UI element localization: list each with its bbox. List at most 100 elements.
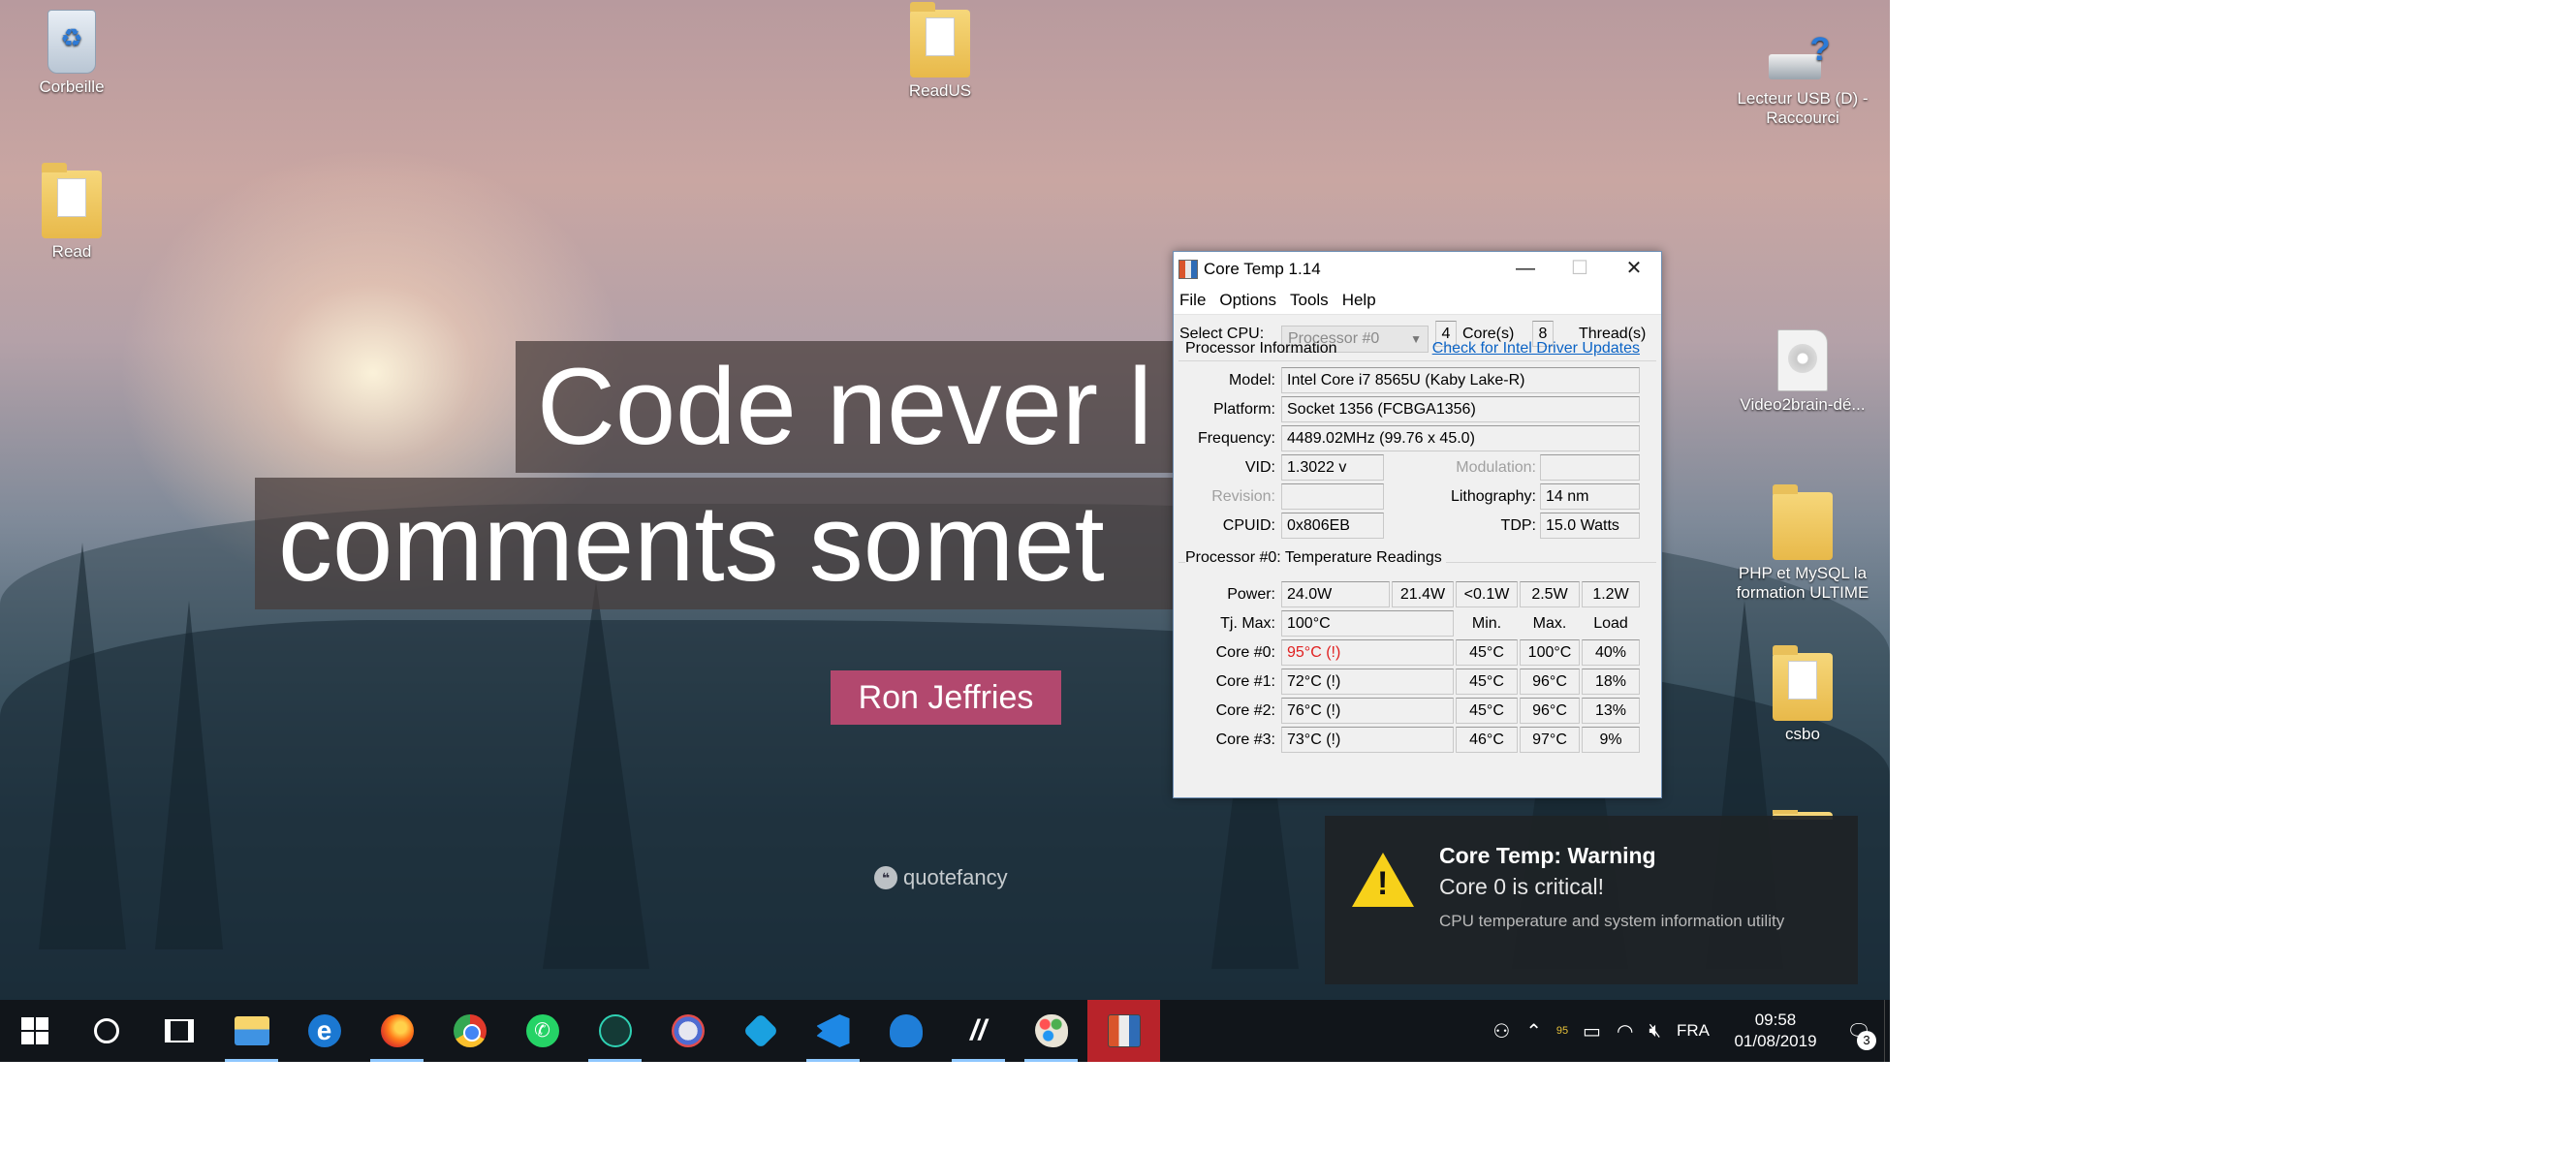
window-titlebar[interactable]: Core Temp 1.14 — ☐ ✕ [1174, 252, 1661, 286]
vid-row: VID: 1.3022 v Modulation: [1174, 454, 1661, 482]
task-view-icon [164, 1019, 194, 1042]
core-row: Core #0: 95°C (!) 45°C 100°C 40% [1174, 639, 1661, 667]
warning-icon: ! [1352, 853, 1414, 907]
network-button[interactable]: ◠ [1609, 1000, 1641, 1062]
power-uncore: <0.1W [1456, 581, 1518, 607]
lithography-value: 14 nm [1540, 483, 1640, 510]
menu-tools[interactable]: Tools [1290, 291, 1329, 310]
taskbar-chrome[interactable] [433, 1000, 506, 1062]
core-label: Core #0: [1215, 644, 1275, 661]
platform-label: Platform: [1212, 401, 1275, 418]
cortana-button[interactable] [70, 1000, 142, 1062]
taskbar-core-temp[interactable] [1087, 1000, 1160, 1062]
menu-help[interactable]: Help [1342, 291, 1376, 310]
taskbar-palette[interactable] [1015, 1000, 1087, 1062]
taskbar-paint-3d[interactable] [651, 1000, 724, 1062]
cpuid-row: CPUID: 0x806EB TDP: 15.0 Watts [1174, 513, 1661, 540]
people-icon: ⚇ [1492, 1020, 1511, 1042]
battery-icon: ▭ [1583, 1020, 1601, 1042]
modulation-label: Modulation: [1456, 459, 1536, 476]
desktop-icon-recycle-bin[interactable]: Corbeille [4, 10, 140, 97]
core-min-temperature: 46°C [1456, 727, 1518, 753]
desktop-icon-read[interactable]: Read [4, 163, 140, 262]
cpuid-value: 0x806EB [1281, 513, 1384, 539]
system-tray: ⚇ ⌃ 95 ▭ ◠ 🔇︎ FRA 09:58 01/08/2019 🗨︎ 3 [1485, 1000, 1890, 1062]
vscode-icon [816, 1014, 850, 1047]
column-load-header: Load [1593, 615, 1628, 632]
close-button[interactable]: ✕ [1607, 252, 1661, 286]
action-center-button[interactable]: 🗨︎ 3 [1834, 1000, 1884, 1062]
start-button[interactable] [0, 1000, 70, 1062]
taskbar-firefox[interactable] [361, 1000, 433, 1062]
power-package: 24.0W [1281, 581, 1390, 607]
wifi-icon: ◠ [1616, 1020, 1634, 1042]
folder-icon [1773, 645, 1833, 721]
menu-file[interactable]: File [1179, 291, 1206, 310]
task-view-button[interactable] [142, 1000, 215, 1062]
taskbar-tableplus[interactable] [869, 1000, 942, 1062]
show-desktop-button[interactable] [1884, 1000, 1890, 1062]
notification-count-badge: 3 [1857, 1031, 1876, 1050]
disc-image-icon [1777, 329, 1828, 391]
power-gpu: 1.2W [1582, 581, 1640, 607]
desktop-icon-php-mysql[interactable]: PHP et MySQL la formation ULTIME [1735, 484, 1870, 603]
menu-bar: File Options Tools Help [1174, 286, 1661, 315]
power-label: Power: [1227, 586, 1275, 603]
core-temp-app-icon [1178, 259, 1198, 279]
notification-message: Core 0 is critical! [1439, 874, 1604, 899]
battery-button[interactable]: ▭ [1575, 1000, 1609, 1062]
input-language[interactable]: FRA [1669, 1000, 1717, 1062]
notification-app-description: CPU temperature and system information u… [1439, 912, 1785, 930]
volume-button[interactable]: 🔇︎ [1641, 1000, 1669, 1062]
core-label: Core #3: [1215, 731, 1275, 748]
chevron-down-icon: ▼ [1410, 332, 1422, 346]
core-temp-tray-reading[interactable]: 95 [1550, 1000, 1575, 1062]
window-title: Core Temp 1.14 [1204, 259, 1321, 278]
powershell-icon [742, 1012, 778, 1049]
vid-value: 1.3022 v [1281, 454, 1384, 481]
desktop-icon-label: ReadUS [908, 81, 972, 100]
whatsapp-icon: ✆ [525, 1014, 559, 1047]
driver-updates-link[interactable]: Check for Intel Driver Updates [1432, 339, 1640, 358]
taskbar-file-explorer[interactable] [215, 1000, 288, 1062]
folder-icon [1773, 484, 1833, 560]
chevron-up-icon: ⌃ [1525, 1020, 1543, 1042]
desktop-icon-usb-drive[interactable]: ? Lecteur USB (D) - Raccourci [1735, 33, 1870, 128]
quote-line-2: comments somet [255, 478, 1194, 609]
frequency-value: 4489.02MHz (99.76 x 45.0) [1281, 425, 1640, 451]
desktop-icon-label: Lecteur USB (D) - Raccourci [1737, 89, 1869, 127]
taskbar-whatsapp[interactable]: ✆ [506, 1000, 579, 1062]
people-button[interactable]: ⚇ [1485, 1000, 1518, 1062]
clock[interactable]: 09:58 01/08/2019 [1717, 1000, 1834, 1062]
show-hidden-icons-button[interactable]: ⌃ [1518, 1000, 1550, 1062]
taskbar-gitkraken[interactable] [579, 1000, 651, 1062]
model-value: Intel Core i7 8565U (Kaby Lake-R) [1281, 367, 1640, 393]
volume-muted-icon: 🔇︎ [1649, 1019, 1661, 1042]
clock-time: 09:58 [1754, 1011, 1797, 1029]
lithography-label: Lithography: [1450, 488, 1536, 505]
core-min-temperature: 45°C [1456, 669, 1518, 695]
maximize-button: ☐ [1571, 258, 1588, 279]
taskbar-vscode[interactable] [797, 1000, 869, 1062]
desktop-icon-video2brain[interactable]: Video2brain-dé... [1735, 329, 1870, 415]
taskbar-powershell[interactable] [724, 1000, 797, 1062]
core-max-temperature: 96°C [1520, 698, 1580, 724]
desktop-icon-readus[interactable]: ReadUS [872, 2, 1008, 101]
taskbar-arch[interactable]: // [942, 1000, 1015, 1062]
power-cores: 21.4W [1392, 581, 1454, 607]
desktop-icon-csbo[interactable]: csbo [1735, 645, 1870, 744]
core-temperature: 95°C (!) [1281, 639, 1454, 666]
desktop-icon-label: Read [51, 242, 92, 261]
elephant-icon [889, 1014, 923, 1047]
core-temp-window: Core Temp 1.14 — ☐ ✕ File Options Tools … [1173, 251, 1662, 798]
taskbar-edge[interactable]: e [288, 1000, 361, 1062]
menu-options[interactable]: Options [1219, 291, 1276, 310]
core-max-temperature: 100°C [1520, 639, 1580, 666]
core-row: Core #1: 72°C (!) 45°C 96°C 18% [1174, 669, 1661, 696]
core-label: Core #1: [1215, 673, 1275, 690]
platform-value: Socket 1356 (FCBGA1356) [1281, 396, 1640, 422]
notification-toast[interactable]: ! Core Temp: Warning Core 0 is critical!… [1325, 816, 1858, 984]
desktop-screen: Code never l comments somet Ron Jeffries… [0, 0, 1890, 1062]
column-min-header: Min. [1471, 615, 1502, 632]
minimize-button[interactable]: — [1498, 252, 1553, 286]
